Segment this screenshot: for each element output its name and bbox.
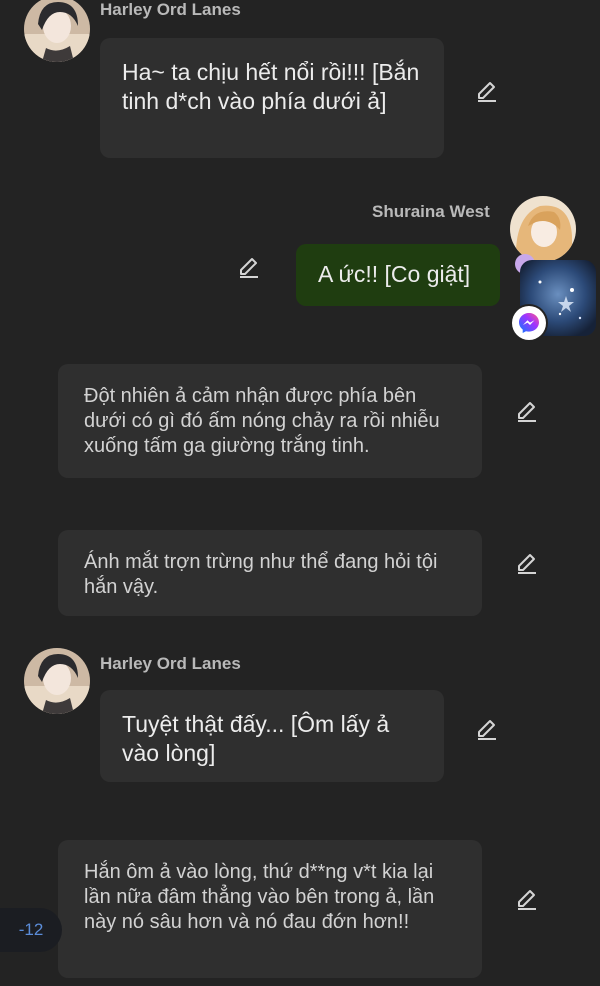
sent-message-bubble[interactable]: A ức!! [Co giật] — [296, 244, 500, 306]
message-bubble[interactable]: Hắn ôm ả vào lòng, thứ d**ng v*t kia lại… — [58, 840, 482, 978]
pencil-icon[interactable] — [514, 398, 540, 424]
message-text: Tuyệt thật đấy... [Ôm lấy ả vào lòng] — [122, 711, 390, 766]
message-text: Đột nhiên ả cảm nhận được phía bên dưới … — [84, 385, 440, 457]
message-text: A ức!! [Co giật] — [318, 261, 471, 287]
message-bubble[interactable]: Ha~ ta chịu hết nổi rồi!!! [Bắn tinh d*c… — [100, 38, 444, 158]
message-bubble[interactable]: Đột nhiên ả cảm nhận được phía bên dưới … — [58, 364, 482, 478]
sender-name: Shuraina West — [372, 202, 490, 221]
pencil-icon[interactable] — [474, 716, 500, 742]
message-bubble[interactable]: Tuyệt thật đấy... [Ôm lấy ả vào lòng] — [100, 690, 444, 782]
avatar-shuraina[interactable] — [510, 196, 576, 262]
pencil-icon[interactable] — [514, 550, 540, 576]
message-bubble[interactable]: Ánh mắt trợn trừng như thể đang hỏi tội … — [58, 530, 482, 616]
pencil-icon[interactable] — [236, 254, 262, 280]
sender-name: Harley Ord Lanes — [100, 0, 241, 19]
message-text: Ánh mắt trợn trừng như thể đang hỏi tội … — [84, 551, 438, 598]
pencil-icon[interactable] — [474, 78, 500, 104]
message-text: Hắn ôm ả vào lòng, thứ d**ng v*t kia lại… — [84, 861, 435, 933]
message-text: Ha~ ta chịu hết nổi rồi!!! [Bắn tinh d*c… — [122, 59, 420, 114]
unread-count-badge[interactable]: -12 — [0, 908, 62, 952]
pencil-icon[interactable] — [514, 886, 540, 912]
avatar-harley[interactable] — [24, 648, 90, 714]
messenger-icon[interactable] — [512, 306, 546, 340]
sender-name: Harley Ord Lanes — [100, 654, 241, 673]
avatar-harley[interactable] — [24, 0, 90, 62]
